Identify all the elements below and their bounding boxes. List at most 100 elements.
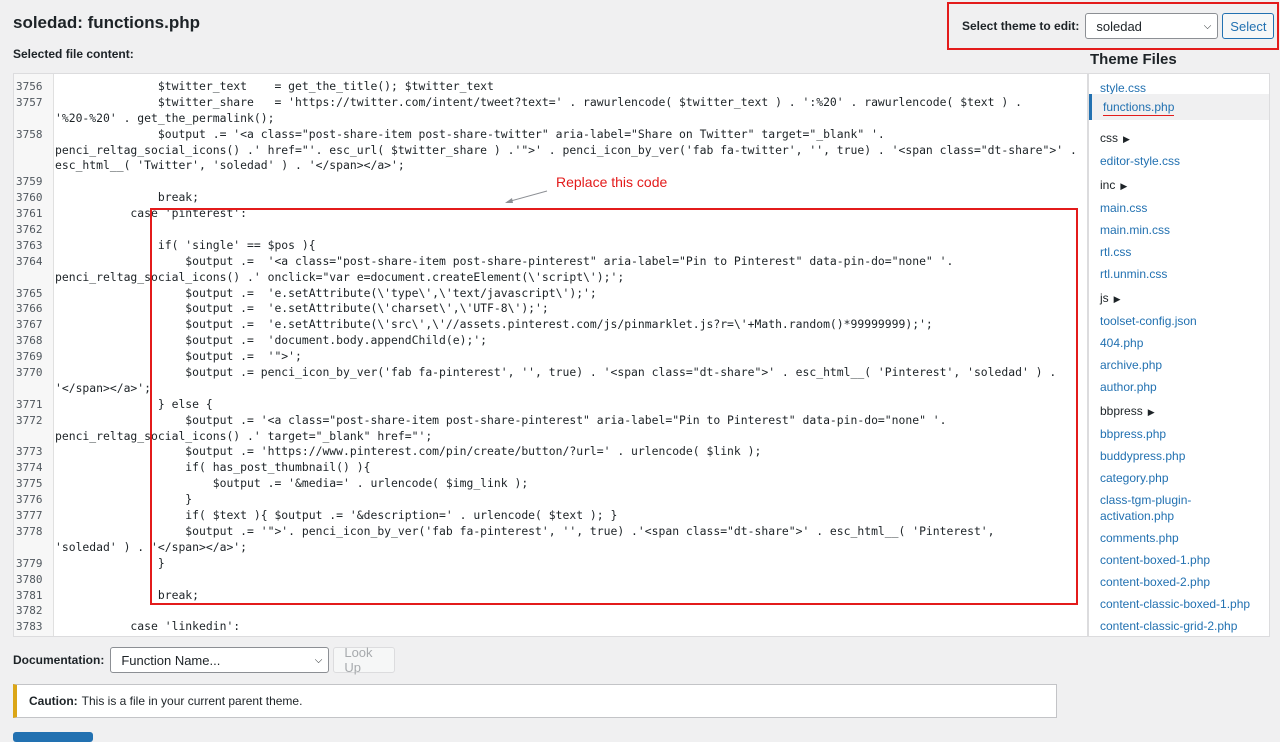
- code-line: penci_reltag_social_icons() .' onclick="…: [14, 270, 1087, 286]
- code-line: 3768 $output .= 'document.body.appendChi…: [14, 333, 1087, 349]
- line-number: 3761: [16, 207, 43, 221]
- chevron-down-icon: ⌵: [314, 654, 323, 666]
- selected-file-label: Selected file content:: [13, 47, 134, 61]
- code-text: $twitter_share = 'https://twitter.com/in…: [55, 94, 1022, 109]
- theme-file-link[interactable]: toolset-config.json: [1100, 313, 1197, 329]
- select-theme-button[interactable]: Select: [1222, 13, 1275, 39]
- theme-select[interactable]: soledad ⌵: [1085, 13, 1219, 39]
- theme-file-link[interactable]: main.min.css: [1100, 222, 1170, 238]
- code-line: 3761 case 'pinterest':: [14, 206, 1087, 222]
- code-text: '%20-%20' . get_the_permalink();: [55, 110, 275, 125]
- code-line: '%20-%20' . get_the_permalink();: [14, 111, 1087, 127]
- code-text: if( $text ){ $output .= '&description=' …: [55, 508, 618, 523]
- code-text: $output .= '">'. penci_icon_by_ver('fab …: [55, 523, 995, 538]
- code-text: $output .= 'e.setAttribute(\'src\',\'//a…: [55, 317, 933, 332]
- theme-file-link[interactable]: 404.php: [1100, 335, 1143, 351]
- code-line: 3758 $output .= '<a class="post-share-it…: [14, 127, 1087, 143]
- look-up-button[interactable]: Look Up: [333, 645, 396, 675]
- theme-files-title: Theme Files: [1090, 51, 1177, 68]
- caret-right-icon: ▶: [1123, 134, 1130, 144]
- code-text: esc_html__( 'Twitter', 'soledad' ) . '</…: [55, 158, 405, 173]
- page-title: soledad: functions.php: [13, 13, 200, 32]
- theme-file-link[interactable]: content-boxed-1.php: [1100, 552, 1210, 568]
- code-line: penci_reltag_social_icons() .' href="'. …: [14, 143, 1087, 159]
- code-text: break;: [55, 190, 200, 205]
- code-lines: 3756 $twitter_text = get_the_title(); $t…: [14, 79, 1087, 636]
- code-line: 3771 } else {: [14, 397, 1087, 413]
- theme-file-link[interactable]: editor-style.css: [1100, 153, 1180, 169]
- code-text: $output .= 'document.body.appendChild(e)…: [55, 333, 488, 348]
- code-text: $output .= 'https://www.pinterest.com/pi…: [55, 444, 762, 459]
- folder-label: js: [1100, 291, 1109, 305]
- code-text: $output .= penci_icon_by_ver('fab fa-pin…: [55, 365, 1057, 380]
- code-text: $output .= '&media=' . urlencode( $img_l…: [55, 476, 529, 491]
- theme-file-link[interactable]: content-boxed-2.php: [1100, 574, 1210, 590]
- line-number: 3784: [16, 635, 48, 636]
- theme-folder-css[interactable]: css ▶: [1100, 131, 1130, 145]
- code-line: 3784 $linkedin_share = 'https://www.link…: [14, 635, 1087, 636]
- code-text: if( has_post_thumbnail() ){: [55, 460, 371, 475]
- code-line: 3775 $output .= '&media=' . urlencode( $…: [14, 476, 1087, 492]
- function-name-select[interactable]: Function Name... ⌵: [110, 647, 330, 673]
- code-text: break;: [55, 587, 200, 602]
- notice-text: This is a file in your current parent th…: [81, 694, 303, 708]
- theme-file-link[interactable]: author.php: [1100, 379, 1157, 395]
- theme-file-link[interactable]: buddypress.php: [1100, 448, 1185, 464]
- line-number: 3759: [16, 175, 43, 189]
- line-number: 3777: [16, 509, 43, 523]
- code-line: 3783 case 'linkedin':: [14, 619, 1087, 635]
- line-number: 3776: [16, 493, 43, 507]
- theme-file-active[interactable]: functions.php: [1089, 94, 1269, 120]
- code-line: 3769 $output .= '">';: [14, 349, 1087, 365]
- code-line: 3776 }: [14, 492, 1087, 508]
- theme-folder-js[interactable]: js ▶: [1100, 291, 1121, 305]
- line-number: 3766: [16, 302, 43, 316]
- theme-folder-inc[interactable]: inc ▶: [1100, 178, 1127, 192]
- documentation-row: Documentation: Function Name... ⌵ Look U…: [13, 645, 396, 675]
- theme-file-link[interactable]: archive.php: [1100, 357, 1162, 373]
- code-line: 3770 $output .= penci_icon_by_ver('fab f…: [14, 365, 1087, 381]
- line-number: 3760: [16, 191, 43, 205]
- theme-file-link[interactable]: rtl.css: [1100, 244, 1131, 260]
- code-line: 3756 $twitter_text = get_the_title(); $t…: [14, 79, 1087, 95]
- code-text: 'soledad' ) . '</span></a>';: [55, 539, 248, 554]
- code-text: penci_reltag_social_icons() .' onclick="…: [55, 269, 625, 284]
- annotation-arrow-icon: [505, 190, 548, 203]
- annotation-text: Replace this code: [556, 174, 668, 190]
- theme-folder-bbpress[interactable]: bbpress ▶: [1100, 404, 1155, 418]
- code-text: $output .= '<a class="post-share-item po…: [55, 126, 885, 141]
- theme-file-link[interactable]: category.php: [1100, 470, 1169, 486]
- theme-file-link[interactable]: class-tgm-plugin-: [1100, 492, 1191, 508]
- code-line: 3765 $output .= 'e.setAttribute(\'type\'…: [14, 286, 1087, 302]
- code-line: 3773 $output .= 'https://www.pinterest.c…: [14, 444, 1087, 460]
- code-editor[interactable]: 3756 $twitter_text = get_the_title(); $t…: [13, 73, 1088, 637]
- code-text: }: [55, 555, 165, 570]
- line-number: 3780: [16, 572, 43, 586]
- theme-file-link[interactable]: content-classic-boxed-1.php: [1100, 596, 1250, 612]
- code-line: 3780: [14, 572, 1087, 588]
- theme-file-link[interactable]: bbpress.php: [1100, 426, 1166, 442]
- line-number: 3756: [16, 80, 43, 93]
- line-number: 3770: [16, 366, 43, 380]
- line-number: 3783: [16, 620, 43, 634]
- theme-file-link[interactable]: content-classic-grid-2.php: [1100, 618, 1237, 634]
- code-text: $output .= '<a class="post-share-item po…: [55, 412, 947, 427]
- theme-file-link[interactable]: main.css: [1100, 200, 1147, 216]
- code-text: $output .= 'e.setAttribute(\'type\',\'te…: [55, 285, 597, 300]
- code-line: 3772 $output .= '<a class="post-share-it…: [14, 413, 1087, 429]
- caret-right-icon: ▶: [1120, 181, 1128, 191]
- line-number: 3767: [16, 318, 43, 332]
- code-text: } else {: [55, 396, 213, 411]
- code-line: '</span></a>';: [14, 381, 1087, 397]
- theme-file-link[interactable]: activation.php: [1100, 508, 1174, 524]
- code-line: 'soledad' ) . '</span></a>';: [14, 540, 1087, 556]
- update-file-button[interactable]: [13, 732, 93, 742]
- line-number: 3781: [16, 588, 43, 602]
- code-text: '</span></a>';: [55, 380, 152, 395]
- theme-file-link[interactable]: comments.php: [1100, 530, 1179, 546]
- code-line: 3762: [14, 222, 1087, 238]
- code-line: 3764 $output .= '<a class="post-share-it…: [14, 254, 1087, 270]
- line-number: 3758: [16, 127, 43, 141]
- code-line: 3763 if( 'single' == $pos ){: [14, 238, 1087, 254]
- theme-file-link[interactable]: rtl.unmin.css: [1100, 266, 1167, 282]
